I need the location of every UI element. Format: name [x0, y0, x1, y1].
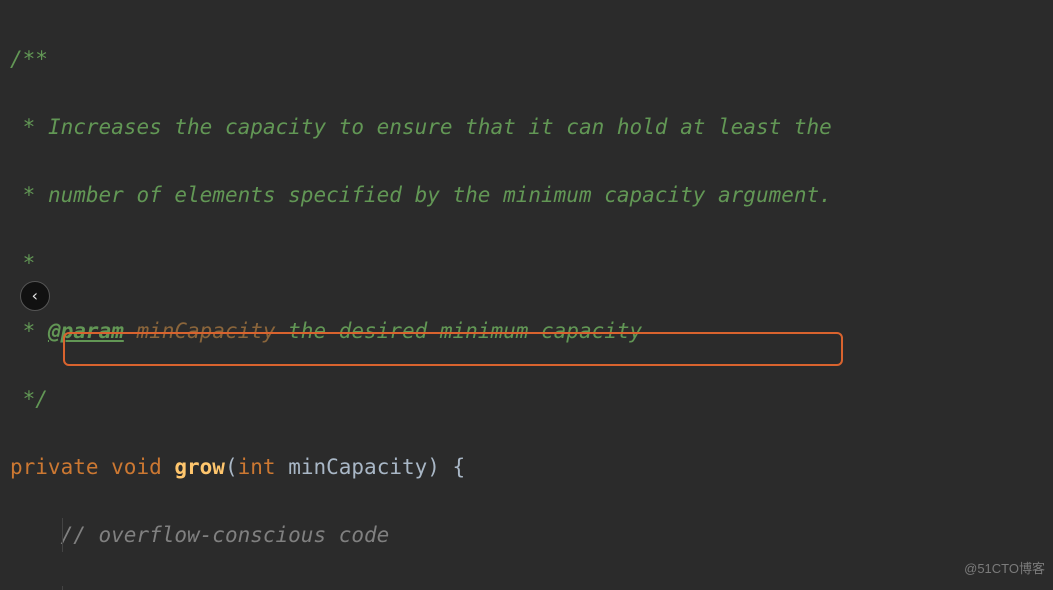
back-button[interactable]: ‹	[20, 281, 50, 311]
param-name: minCapacity	[288, 455, 427, 479]
return-type-keyword: void	[111, 455, 174, 479]
javadoc-star: *	[10, 319, 48, 343]
comment-overflow: // overflow-conscious code	[10, 518, 1053, 552]
param-type: int	[238, 455, 289, 479]
modifier-keyword: private	[10, 455, 111, 479]
doc-line-1: * Increases the capacity to ensure that …	[10, 110, 1053, 144]
doc-line-2: * number of elements specified by the mi…	[10, 178, 1053, 212]
javadoc-open: /**	[10, 47, 48, 71]
javadoc-star: *	[10, 251, 35, 275]
javadoc-text: Increases the capacity to ensure that it…	[48, 115, 832, 139]
doc-line-4: * @param minCapacity the desired minimum…	[10, 314, 1053, 348]
javadoc-close: */	[10, 387, 48, 411]
method-name: grow	[174, 455, 225, 479]
doc-line-open: /**	[10, 42, 1053, 76]
paren: (	[225, 455, 238, 479]
doc-line-close: */	[10, 382, 1053, 416]
old-capacity-line: int oldCapacity = elementData.length;	[10, 586, 1053, 590]
javadoc-param-desc: the desired minimum capacity	[276, 319, 643, 343]
watermark-text: @51CTO博客	[964, 552, 1045, 586]
line-comment: // overflow-conscious code	[61, 523, 390, 547]
javadoc-param-name: minCapacity	[124, 319, 276, 343]
code-block: /** * Increases the capacity to ensure t…	[0, 0, 1053, 590]
javadoc-param-tag: @param	[48, 319, 124, 343]
javadoc-star: *	[10, 183, 48, 207]
method-signature: private void grow(int minCapacity) {	[10, 450, 1053, 484]
javadoc-text: number of elements specified by the mini…	[48, 183, 832, 207]
paren-brace: ) {	[427, 455, 465, 479]
doc-line-3: *	[10, 246, 1053, 280]
javadoc-star: *	[10, 115, 48, 139]
chevron-left-icon: ‹	[30, 279, 40, 313]
